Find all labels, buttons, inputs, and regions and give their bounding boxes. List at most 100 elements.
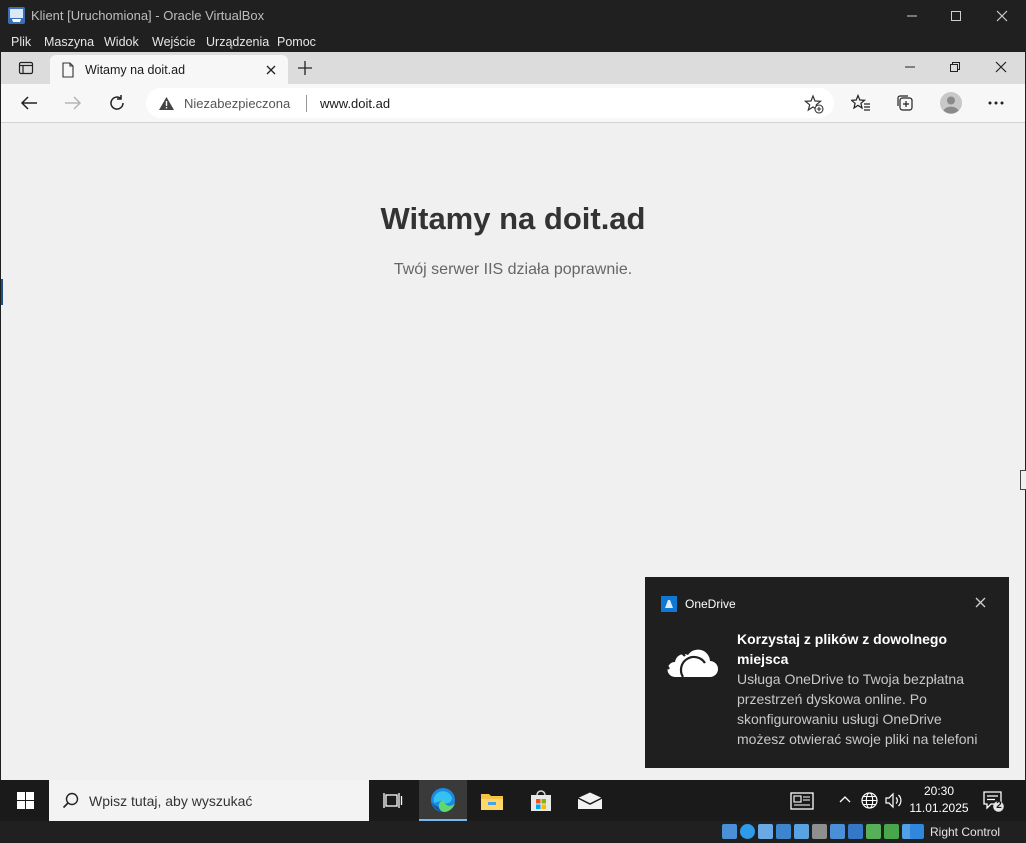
minimize-icon: [907, 15, 917, 16]
menu-pomoc[interactable]: Pomoc: [277, 35, 316, 49]
minimize-button[interactable]: [889, 0, 935, 31]
toast-body-line: Usługa OneDrive to Twoja bezpłatna: [737, 671, 964, 687]
recording-icon[interactable]: [848, 824, 863, 839]
toast-body-line: możesz otwierać swoje pliki na telefoni: [737, 731, 978, 747]
profile-button[interactable]: [936, 88, 966, 118]
refresh-button[interactable]: [102, 88, 132, 118]
address-divider: [306, 95, 307, 112]
tab-actions-button[interactable]: [11, 53, 41, 83]
url-text[interactable]: www.doit.ad: [320, 96, 390, 111]
toast-app-name: OneDrive: [685, 597, 736, 611]
forward-button[interactable]: [58, 88, 88, 118]
taskbar-store[interactable]: [517, 780, 565, 821]
volume-icon[interactable]: [885, 792, 903, 809]
toast-body-line: skonfigurowaniu usługi OneDrive: [737, 711, 942, 727]
windows-taskbar: Wpisz tutaj, aby wyszukać 20:30 11.01.20…: [0, 780, 1026, 821]
start-button[interactable]: [1, 780, 49, 821]
shared-folders-icon[interactable]: [812, 824, 827, 839]
restore-icon: [950, 62, 960, 72]
windows-logo-icon: [16, 792, 34, 809]
audio-icon[interactable]: [758, 824, 773, 839]
usb-icon[interactable]: [794, 824, 809, 839]
page-subtitle: Twój serwer IIS działa poprawnie.: [393, 261, 633, 278]
virtualbox-icon: [8, 7, 25, 24]
back-button[interactable]: [14, 88, 44, 118]
taskbar-edge[interactable]: [419, 780, 467, 821]
folder-icon: [481, 793, 503, 810]
keyboard-capture-icon[interactable]: [910, 824, 924, 839]
clock-time: 20:30: [923, 784, 955, 798]
display-icon[interactable]: [830, 824, 845, 839]
browser-toolbar: Niezabezpieczona www.doit.ad: [1, 84, 1025, 123]
close-tab-icon[interactable]: [266, 65, 276, 75]
page-icon: [62, 62, 74, 78]
browser-tab-strip: Witamy na doit.ad: [1, 52, 1025, 84]
chevron-up-icon[interactable]: [839, 795, 851, 803]
avatar-icon: [940, 92, 962, 114]
arrow-right-icon: [65, 96, 82, 110]
clock-date: 11.01.2025: [909, 801, 969, 815]
taskbar-search-box[interactable]: Wpisz tutaj, aby wyszukać: [49, 780, 369, 821]
menu-urzadzenia[interactable]: Urządzenia: [206, 35, 269, 49]
network-globe-icon[interactable]: [861, 792, 878, 809]
window-edge-marker: [1, 279, 3, 305]
text-cursor-marker: [1020, 470, 1026, 490]
new-tab-button[interactable]: [290, 53, 320, 83]
close-icon[interactable]: [975, 597, 986, 608]
toast-body-line: przestrzeń dyskowa online. Po: [737, 691, 927, 707]
optical-drive-icon[interactable]: [740, 824, 755, 839]
action-center-button[interactable]: 2: [982, 790, 1004, 812]
close-button[interactable]: [979, 0, 1025, 31]
maximize-button[interactable]: [933, 0, 979, 31]
browser-minimize-button[interactable]: [895, 52, 925, 82]
mail-icon: [577, 792, 603, 809]
address-bar[interactable]: Niezabezpieczona www.doit.ad: [146, 88, 834, 118]
refresh-icon: [110, 95, 124, 110]
favorites-button[interactable]: [846, 88, 876, 118]
minimize-icon: [905, 66, 915, 68]
tab-title: Witamy na doit.ad: [85, 63, 186, 77]
network-adapter-icon[interactable]: [776, 824, 791, 839]
vbox-title-bar: Klient [Uruchomiona] - Oracle VirtualBox: [0, 0, 1026, 31]
taskbar-clock[interactable]: 20:30 11.01.2025: [904, 783, 974, 817]
taskbar-mail[interactable]: [566, 780, 614, 821]
menu-maszyna[interactable]: Maszyna: [44, 35, 94, 49]
news-widget-icon[interactable]: [790, 792, 814, 810]
menu-widok[interactable]: Widok: [104, 35, 139, 49]
toast-body: Usługa OneDrive to Twoja bezpłatna przes…: [737, 669, 1005, 749]
collections-button[interactable]: [890, 88, 920, 118]
plus-icon: [298, 61, 312, 75]
browser-close-button[interactable]: [986, 52, 1016, 82]
security-label[interactable]: Niezabezpieczona: [184, 96, 290, 111]
browser-restore-button[interactable]: [940, 52, 970, 82]
task-view-icon: [383, 792, 403, 808]
taskbar-file-explorer[interactable]: [468, 780, 516, 821]
menu-plik[interactable]: Plik: [11, 35, 31, 49]
arrow-left-icon: [20, 96, 37, 110]
close-icon: [995, 61, 1007, 73]
search-placeholder: Wpisz tutaj, aby wyszukać: [89, 793, 253, 809]
cloud-icon: [665, 649, 718, 678]
cpu-icon[interactable]: [866, 824, 881, 839]
more-icon: [988, 101, 1004, 105]
hard-disk-icon[interactable]: [722, 824, 737, 839]
favorites-icon: [851, 94, 870, 111]
close-icon: [996, 10, 1008, 21]
search-icon: [62, 792, 79, 809]
store-icon: [531, 789, 551, 811]
onedrive-notification[interactable]: OneDrive Korzystaj z plików z dowolnego …: [645, 577, 1009, 768]
vt-x-icon[interactable]: [884, 824, 899, 839]
onedrive-app-icon: [661, 596, 677, 612]
host-key-label: Right Control: [930, 825, 1001, 839]
window-title: Klient [Uruchomiona] - Oracle VirtualBox: [31, 8, 265, 23]
menu-wejscie[interactable]: Wejście: [152, 35, 196, 49]
settings-more-button[interactable]: [981, 88, 1011, 118]
warning-icon: [159, 97, 174, 110]
collections-icon: [897, 95, 913, 111]
tab-actions-icon: [18, 61, 34, 75]
add-favorite-icon[interactable]: [804, 94, 824, 114]
notification-count: 2: [996, 800, 1002, 811]
task-view-button[interactable]: [369, 780, 417, 821]
tab-witamy[interactable]: Witamy na doit.ad: [50, 55, 288, 84]
toast-headline: Korzystaj z plików z dowolnego miejsca: [737, 631, 948, 667]
